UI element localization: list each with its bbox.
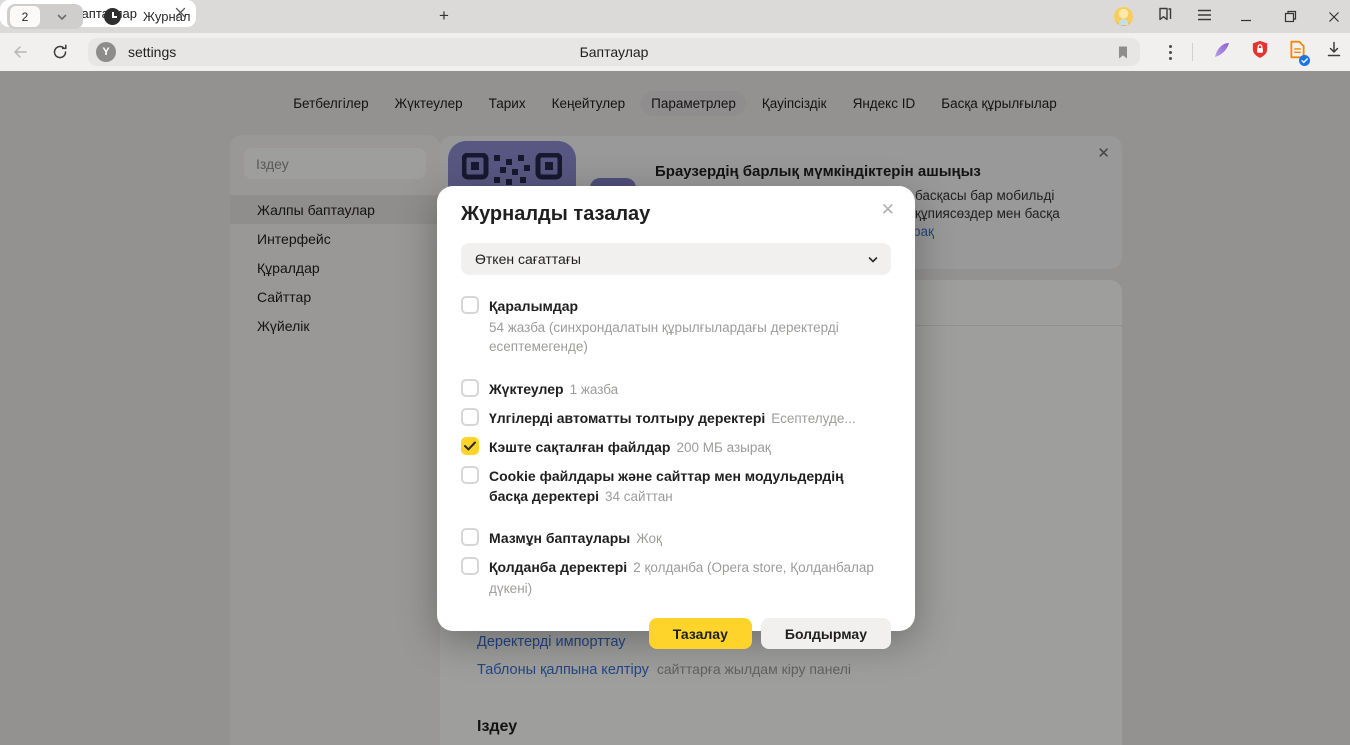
clear-item-content-settings[interactable]: Мазмұн баптаулары Жоқ <box>461 528 891 549</box>
item-meta: 1 жазба <box>570 382 619 397</box>
protect-shield-icon[interactable] <box>1251 40 1269 64</box>
bookmark-icon[interactable] <box>1116 45 1130 60</box>
chevron-down-icon[interactable] <box>40 11 83 23</box>
item-label: Кэште сақталған файлдар <box>489 439 671 455</box>
item-label: Жүктеулер <box>489 381 564 397</box>
checkbox[interactable] <box>461 466 479 484</box>
item-subtitle: 54 жазба (синхрондалатын құрылғылардағы … <box>489 318 891 356</box>
clear-item-downloads[interactable]: Жүктеулер 1 жазба <box>461 379 891 400</box>
purple-feather-extension-icon[interactable] <box>1213 41 1231 64</box>
clear-button[interactable]: Тазалау <box>649 618 752 649</box>
tab-history[interactable]: Журнал <box>96 0 231 33</box>
address-bar[interactable]: Y settings Баптаулар <box>88 38 1140 66</box>
clear-item-autofill[interactable]: Үлгілерді автоматты толтыру деректері Есе… <box>461 408 891 429</box>
item-label: Қолданба деректері <box>489 559 627 575</box>
clock-icon <box>104 8 121 25</box>
new-tab-button[interactable]: + <box>433 5 455 27</box>
dialog-title: Журналды тазалау <box>461 202 891 227</box>
window-restore-button[interactable] <box>1280 10 1300 23</box>
checkbox[interactable] <box>461 557 479 575</box>
item-meta: Жоқ <box>636 531 662 546</box>
tab-label: Журнал <box>143 9 190 24</box>
menu-hamburger-icon[interactable] <box>1197 8 1212 26</box>
window-close-button[interactable] <box>1324 11 1344 23</box>
document-extension-icon[interactable] <box>1289 40 1306 64</box>
yandex-favicon: Y <box>96 42 116 62</box>
period-select-value: Өткен сағаттағы <box>475 251 581 267</box>
clear-item-cache[interactable]: Кэште сақталған файлдар 200 МБ азырақ <box>461 437 891 458</box>
item-label: Мазмұн баптаулары <box>489 530 630 546</box>
more-options-icon[interactable] <box>1169 45 1172 60</box>
downloads-icon[interactable] <box>1326 41 1342 63</box>
clear-item-app-data[interactable]: Қолданба деректері2 қолданба (Opera stor… <box>461 557 891 599</box>
url-text[interactable]: settings <box>128 44 176 60</box>
browser-window: 2 Журнал Баптаулар + <box>0 0 1350 745</box>
item-label: Үлгілерді автоматты толтыру деректері <box>489 410 765 426</box>
side-panels-icon[interactable] <box>1157 6 1173 27</box>
window-minimize-button[interactable] <box>1236 11 1256 23</box>
reload-icon[interactable] <box>40 44 80 60</box>
clear-item-cookies[interactable]: Cookie файлдары және сайттар мен модульд… <box>461 466 891 507</box>
tab-group-control[interactable]: 2 <box>7 4 83 29</box>
tab-strip: 2 Журнал Баптаулар + <box>0 0 1350 33</box>
checkbox[interactable] <box>461 408 479 426</box>
browser-toolbar: Y settings Баптаулар <box>0 33 1350 71</box>
item-label: Қаралымдар <box>489 298 578 314</box>
checkbox[interactable] <box>461 528 479 546</box>
clear-history-dialog: ✕ Журналды тазалау Өткен сағаттағы Қарал… <box>437 186 915 631</box>
chevron-down-icon <box>867 253 879 269</box>
item-meta: 34 сайттан <box>605 489 673 504</box>
cancel-button[interactable]: Болдырмау <box>761 618 891 649</box>
dialog-close-icon[interactable]: ✕ <box>877 196 899 224</box>
profile-avatar[interactable] <box>1114 7 1133 26</box>
item-meta: Есептелуде... <box>771 411 855 426</box>
period-select[interactable]: Өткен сағаттағы <box>461 243 891 275</box>
page-title: Баптаулар <box>88 44 1140 60</box>
back-icon[interactable] <box>0 45 40 59</box>
tab-count-badge[interactable]: 2 <box>10 6 40 27</box>
checkbox-checked[interactable] <box>461 437 479 455</box>
clear-item-browsing[interactable]: Қаралымдар <box>461 296 891 316</box>
item-meta: 200 МБ азырақ <box>677 440 771 455</box>
toolbar-divider <box>1192 43 1193 61</box>
checkbox[interactable] <box>461 379 479 397</box>
checkbox[interactable] <box>461 296 479 314</box>
